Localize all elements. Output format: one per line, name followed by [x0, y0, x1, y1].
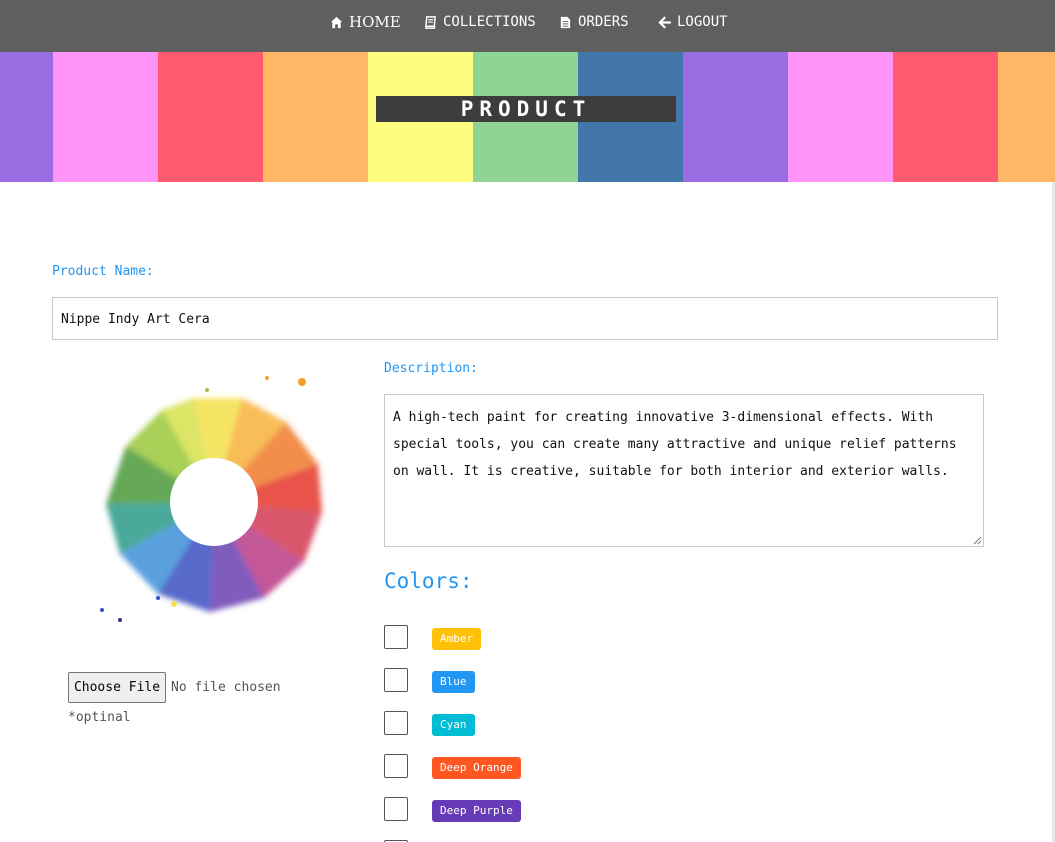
banner-stripe	[53, 52, 158, 182]
banner-stripe	[998, 52, 1055, 182]
product-page: HOME COLLECTIONS ORDERS LOGOUT PRODUCT P…	[0, 0, 1055, 842]
product-name-input[interactable]: Nippe Indy Art Cera	[52, 297, 998, 340]
home-icon	[330, 16, 343, 28]
nav-collections-link[interactable]: COLLECTIONS	[424, 13, 536, 31]
page-title: PRODUCT	[376, 96, 676, 122]
colors-heading: Colors:	[384, 569, 473, 593]
banner-stripe	[158, 52, 263, 182]
banner-stripe	[893, 52, 998, 182]
banner-stripe	[0, 52, 53, 182]
color-checkbox-deep-purple[interactable]	[384, 797, 408, 821]
description-text: A high-tech paint for creating innovativ…	[393, 410, 957, 479]
resize-grip-icon[interactable]	[973, 536, 982, 545]
file-icon	[560, 16, 571, 28]
description-textarea[interactable]: A high-tech paint for creating innovativ…	[384, 394, 984, 547]
banner-stripe	[683, 52, 788, 182]
color-checkbox-cyan[interactable]	[384, 711, 408, 735]
description-label: Description:	[384, 361, 478, 376]
color-wheel-image	[100, 376, 322, 622]
product-name-label: Product Name:	[52, 264, 154, 279]
color-checkbox-blue[interactable]	[384, 668, 408, 692]
color-chip-amber: Amber	[432, 628, 482, 650]
page-banner: PRODUCT	[0, 52, 1055, 182]
choose-file-button[interactable]: Choose File	[68, 672, 166, 703]
banner-stripe	[788, 52, 893, 182]
nav-orders-label: ORDERS	[578, 14, 629, 30]
nav-logout-label: LOGOUT	[677, 14, 728, 30]
color-checkbox-deep-orange[interactable]	[384, 754, 408, 778]
file-status-text: No file chosen	[171, 680, 281, 695]
nav-home-link[interactable]: HOME	[330, 13, 401, 31]
book-icon	[425, 15, 436, 29]
color-chip-deep-orange: Deep Orange	[432, 757, 521, 779]
banner-stripe	[263, 52, 368, 182]
color-chip-blue: Blue	[432, 671, 475, 693]
nav-home-label: HOME	[349, 13, 401, 31]
arrow-left-icon	[658, 16, 671, 28]
file-optional-note: *optinal	[68, 710, 131, 725]
nav-collections-label: COLLECTIONS	[443, 14, 536, 30]
nav-orders-link[interactable]: ORDERS	[559, 13, 629, 31]
color-chip-deep-purple: Deep Purple	[432, 800, 521, 822]
nav-logout-link[interactable]: LOGOUT	[658, 13, 728, 31]
color-checkbox-amber[interactable]	[384, 625, 408, 649]
color-chip-cyan: Cyan	[432, 714, 475, 736]
top-navbar: HOME COLLECTIONS ORDERS LOGOUT	[0, 0, 1055, 52]
